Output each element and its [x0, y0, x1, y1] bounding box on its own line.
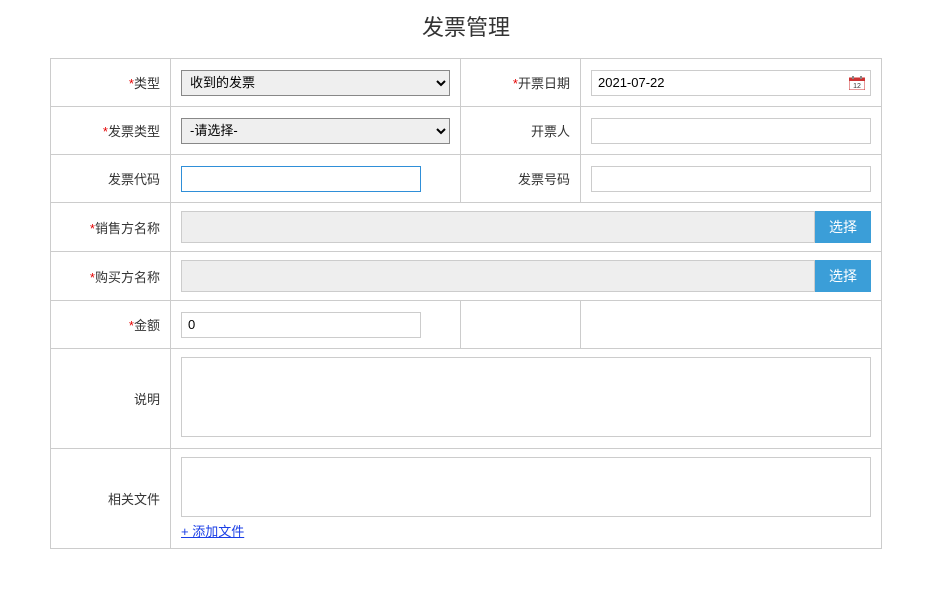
label-related-files-text: 相关文件: [108, 492, 160, 507]
label-invoice-number: 发票号码: [461, 155, 581, 203]
invoice-number-input[interactable]: [591, 166, 871, 192]
amount-input[interactable]: [181, 312, 421, 338]
label-description: 说明: [51, 349, 171, 449]
label-buyer-name-text: 购买方名称: [95, 270, 160, 285]
page-title: 发票管理: [50, 10, 882, 42]
label-issuer-text: 开票人: [531, 124, 570, 139]
seller-name-input[interactable]: [181, 211, 815, 243]
type-select[interactable]: 收到的发票: [181, 70, 450, 96]
add-file-link[interactable]: + 添加文件: [181, 521, 244, 540]
label-seller-name-text: 销售方名称: [95, 221, 160, 236]
buyer-name-input[interactable]: [181, 260, 815, 292]
label-invoice-code-text: 发票代码: [108, 172, 160, 187]
invoice-kind-select[interactable]: -请选择-: [181, 118, 450, 144]
seller-select-button[interactable]: 选择: [815, 211, 871, 243]
invoice-code-input[interactable]: [181, 166, 421, 192]
label-invoice-date: *开票日期: [461, 59, 581, 107]
label-invoice-date-text: 开票日期: [518, 76, 570, 91]
label-description-text: 说明: [134, 392, 160, 407]
label-invoice-kind: *发票类型: [51, 107, 171, 155]
label-amount: *金额: [51, 301, 171, 349]
invoice-date-input[interactable]: [591, 70, 871, 96]
label-buyer-name: *购买方名称: [51, 252, 171, 301]
buyer-select-button[interactable]: 选择: [815, 260, 871, 292]
empty-label-cell: [461, 301, 581, 349]
label-invoice-number-text: 发票号码: [518, 172, 570, 187]
label-type: *类型: [51, 59, 171, 107]
description-textarea[interactable]: [181, 357, 871, 437]
label-invoice-kind-text: 发票类型: [108, 124, 160, 139]
invoice-form-table: *类型 收到的发票 *开票日期 12: [50, 58, 882, 549]
label-related-files: 相关文件: [51, 449, 171, 549]
issuer-input[interactable]: [591, 118, 871, 144]
label-issuer: 开票人: [461, 107, 581, 155]
file-list-box: [181, 457, 871, 517]
label-seller-name: *销售方名称: [51, 203, 171, 252]
label-amount-text: 金额: [134, 318, 160, 333]
label-invoice-code: 发票代码: [51, 155, 171, 203]
label-type-text: 类型: [134, 76, 160, 91]
empty-field-cell: [581, 301, 882, 349]
